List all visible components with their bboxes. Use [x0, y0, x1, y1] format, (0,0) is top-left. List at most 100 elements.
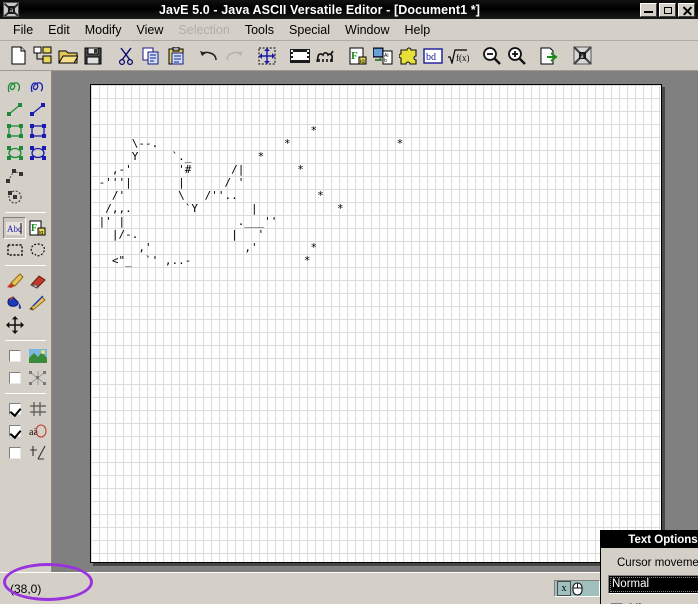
zoom-out-icon[interactable]: [479, 44, 503, 68]
checkbox-box[interactable]: [9, 403, 21, 415]
menu-view[interactable]: View: [130, 21, 171, 39]
pencil-set-icon[interactable]: [26, 292, 49, 314]
cut-scissors-icon[interactable]: [114, 44, 138, 68]
redo-arrow-icon[interactable]: [222, 44, 246, 68]
svg-text:F: F: [31, 223, 37, 234]
maximize-button[interactable]: [659, 3, 676, 17]
status-pad: [584, 581, 597, 596]
antialias-checkbox[interactable]: [3, 420, 26, 442]
text-abc-icon[interactable]: Abc: [3, 217, 26, 239]
camel-icon[interactable]: [313, 44, 337, 68]
slant-icon[interactable]: [26, 442, 49, 464]
freehand-green-icon[interactable]: [3, 76, 26, 98]
cursor-movement-select[interactable]: Normal: [608, 575, 698, 594]
copy-icon[interactable]: [139, 44, 163, 68]
checkbox-box[interactable]: [9, 372, 21, 384]
line-green-icon[interactable]: [3, 98, 26, 120]
aa-icon[interactable]: aä: [26, 420, 49, 442]
toolbar-separator: [106, 44, 114, 68]
ascii-art-content: * \--. * * Y `._ * ,-' '# /| * -'''| | /…: [92, 124, 403, 267]
jave-logo-icon[interactable]: a: [570, 44, 594, 68]
toolbar-separator: [247, 44, 255, 68]
snap-points-icon[interactable]: [26, 367, 49, 389]
brush-icon[interactable]: [3, 270, 26, 292]
palette-empty-cell: [26, 186, 49, 208]
rectangle-blue-icon[interactable]: [26, 120, 49, 142]
menu-modify[interactable]: Modify: [78, 21, 129, 39]
lasso-select-icon[interactable]: [26, 239, 49, 261]
cursor-movement-label: Cursor movement:: [617, 557, 698, 569]
svg-text:ig: ig: [360, 59, 365, 65]
bdf-font-icon[interactable]: bd: [421, 44, 445, 68]
image-to-ascii-icon[interactable]: Aib: [371, 44, 395, 68]
rect-select-icon[interactable]: [3, 239, 26, 261]
text-options-body: Cursor movement: Normal Mix: [601, 548, 698, 604]
rectangle-green-icon[interactable]: [3, 120, 26, 142]
grid-icon[interactable]: [26, 398, 49, 420]
menu-special[interactable]: Special: [282, 21, 337, 39]
landscape-thumb-icon[interactable]: [26, 345, 49, 367]
paste-clipboard-icon[interactable]: [164, 44, 188, 68]
palette-row: [0, 164, 51, 186]
snap-points-checkbox[interactable]: [3, 367, 26, 389]
fill-bucket-icon[interactable]: [3, 292, 26, 314]
toolbar-separator: [471, 44, 479, 68]
freehand-blue-icon[interactable]: [26, 76, 49, 98]
arc-icon[interactable]: [3, 186, 26, 208]
ellipse-blue-icon[interactable]: [26, 142, 49, 164]
checkbox-box[interactable]: [9, 350, 21, 362]
cursor-movement-value[interactable]: Normal: [609, 576, 698, 593]
palette-empty-cell: [26, 164, 49, 186]
new-from-template-icon[interactable]: [31, 44, 55, 68]
ellipse-green-icon[interactable]: [3, 142, 26, 164]
status-indicators[interactable]: x: [554, 580, 600, 597]
film-strip-icon[interactable]: [288, 44, 312, 68]
save-disk-icon[interactable]: [81, 44, 105, 68]
export-icon[interactable]: [537, 44, 561, 68]
figlet-text-icon[interactable]: Fig: [26, 217, 49, 239]
formula-icon[interactable]: f(x): [446, 44, 470, 68]
figlet-font-icon[interactable]: Fig: [346, 44, 370, 68]
palette-row: [0, 292, 51, 314]
polyline-icon[interactable]: [3, 164, 26, 186]
mouse-icon: [571, 581, 584, 596]
puzzle-piece-icon[interactable]: [396, 44, 420, 68]
menu-file[interactable]: File: [6, 21, 40, 39]
palette-empty-cell: [26, 314, 49, 336]
menu-edit[interactable]: Edit: [41, 21, 77, 39]
palette-row: [0, 442, 51, 464]
zoom-in-icon[interactable]: [504, 44, 528, 68]
palette-row: [0, 120, 51, 142]
slant-checkbox[interactable]: [3, 442, 26, 464]
menu-help[interactable]: Help: [398, 21, 438, 39]
menu-window[interactable]: Window: [338, 21, 396, 39]
line-blue-icon[interactable]: [26, 98, 49, 120]
svg-text:F: F: [351, 50, 358, 62]
status-coordinates: (38,0): [10, 582, 41, 596]
minimize-button[interactable]: [640, 3, 657, 17]
text-options-panel: Text Options ✕ Cursor movement: Normal M…: [600, 530, 698, 604]
eraser-icon[interactable]: [26, 270, 49, 292]
preview-image-checkbox[interactable]: [3, 345, 26, 367]
toolbar-separator: [562, 44, 570, 68]
move-cross-icon[interactable]: [3, 314, 26, 336]
grid-checkbox[interactable]: [3, 398, 26, 420]
window-controls: [640, 3, 695, 17]
palette-separator: [5, 212, 46, 213]
toolbar-separator: [529, 44, 537, 68]
toolbar-separator: [280, 44, 288, 68]
svg-text:bd: bd: [426, 52, 436, 63]
x-indicator[interactable]: x: [557, 581, 571, 596]
open-folder-icon[interactable]: [56, 44, 80, 68]
undo-arrow-icon[interactable]: [197, 44, 221, 68]
document-canvas[interactable]: * \--. * * Y `._ * ,-' '# /| * -'''| | /…: [90, 84, 662, 563]
menu-tools[interactable]: Tools: [238, 21, 281, 39]
svg-text:Abc: Abc: [7, 224, 22, 234]
new-document-icon[interactable]: [6, 44, 30, 68]
svg-text:aä: aä: [29, 427, 38, 438]
close-button[interactable]: [678, 3, 695, 17]
checkbox-box[interactable]: [9, 447, 21, 459]
checkbox-box[interactable]: [9, 425, 21, 437]
move-selection-icon[interactable]: [255, 44, 279, 68]
svg-text:f(x): f(x): [456, 53, 469, 63]
